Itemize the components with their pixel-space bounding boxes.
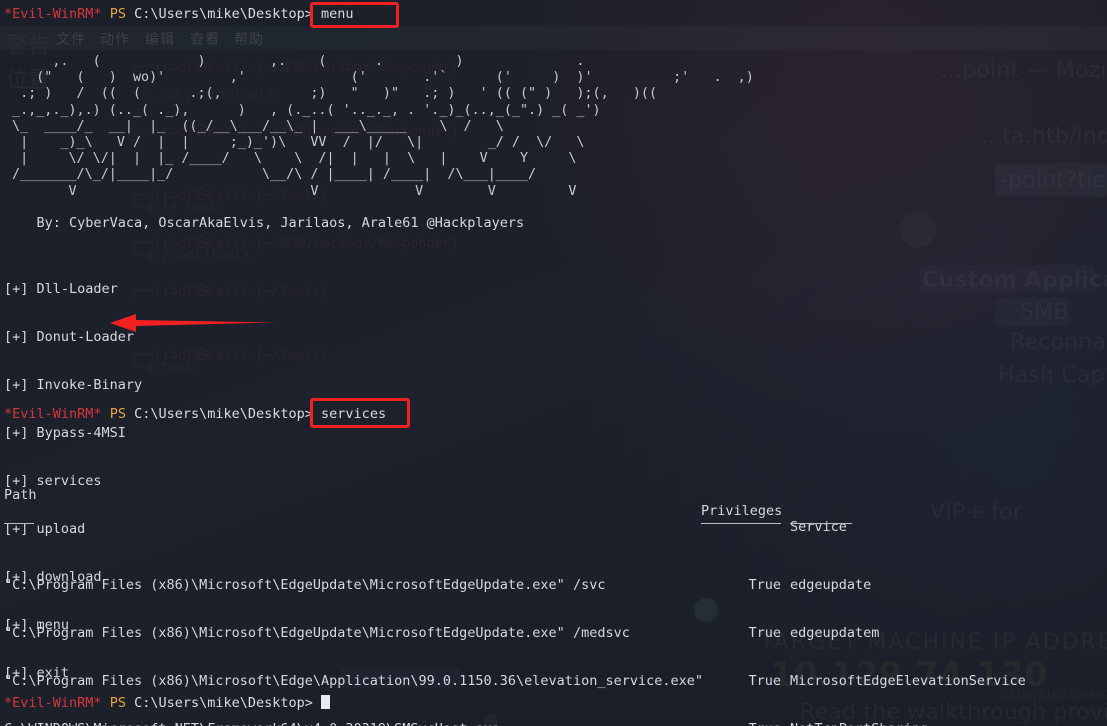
cell-path: "C:\Program Files (x86)\Microsoft\EdgeUp… xyxy=(4,625,630,641)
table-header-rule xyxy=(4,519,852,529)
banner-line: V V V V V xyxy=(4,183,577,199)
cell-path: "C:\Program Files (x86)\Microsoft\Edge\A… xyxy=(4,673,703,689)
cell-privileges: True xyxy=(748,625,781,641)
table-row: C:\WINDOWS\Microsoft.NET\Framework64\v4.… xyxy=(4,721,928,726)
cell-path: "C:\Program Files (x86)\Microsoft\EdgeUp… xyxy=(4,577,606,593)
banner-byline: By: CyberVaca, OscarAkaElvis, Jarilaos, … xyxy=(4,215,525,231)
evil-winrm-banner: ,. ( ) ,. ( . ) . (" ( ) wo)' ,' (' .'` … xyxy=(4,54,754,200)
table-header-row: Path Privileges Service xyxy=(4,471,847,535)
cell-privileges: True xyxy=(748,577,781,593)
text-cursor xyxy=(321,695,331,709)
command-services: services xyxy=(321,406,387,422)
prompt-path: C:\Users\mike\Desktop> xyxy=(134,406,313,422)
prompt-path: C:\Users\mike\Desktop> xyxy=(134,6,313,22)
banner-line: | \/ \/| | |_ /____/ \ \ /| | | \ | V Y … xyxy=(4,151,577,167)
terminal-output[interactable]: *Evil-WinRM* PS C:\Users\mike\Desktop> m… xyxy=(0,0,1107,726)
prompt-user: *Evil-WinRM* xyxy=(4,6,102,22)
rule-path xyxy=(4,523,34,524)
cell-service: edgeupdatem xyxy=(790,625,880,641)
screen: ┌──(root㉿kali)-[~/桌面/hackbox/Responder] … xyxy=(0,0,1107,726)
table-row: "C:\Program Files (x86)\Microsoft\EdgeUp… xyxy=(4,577,871,593)
banner-line: (" ( ) wo)' ,' (' .'` (' ) )' ;' . ,) xyxy=(4,70,754,86)
prompt-ps: PS xyxy=(109,695,126,711)
banner-line: .; ) / (( ( .;(, ;) " )" .; ) ' (( (" ) … xyxy=(4,86,658,102)
table-row: "C:\Program Files (x86)\Microsoft\Edge\A… xyxy=(4,673,1026,689)
header-path: Path xyxy=(4,487,37,503)
prompt-line-active[interactable]: *Evil-WinRM* PS C:\Users\mike\Desktop> xyxy=(4,695,331,711)
cell-privileges: True xyxy=(701,721,781,726)
prompt-ps: PS xyxy=(109,406,126,422)
banner-line: \_ ____/_ __| |_ ((_/__\___/__\_ | ___\_… xyxy=(4,118,504,134)
header-privileges: Privileges xyxy=(701,503,783,519)
banner-line: _.,_,._),.) (.._( ._), ) , (._..( '.._._… xyxy=(4,102,601,118)
banner-line: /_______/\_/|____|_/ \__/\ / |____| /___… xyxy=(4,167,537,183)
banner-line: | _)_\ V / | | ;_)_')\ VV / |/ \| _/ / \… xyxy=(4,135,585,151)
cell-service: edgeupdate xyxy=(790,577,872,593)
prompt-ps: PS xyxy=(109,6,126,22)
prompt-user: *Evil-WinRM* xyxy=(4,406,102,422)
header-service: Service xyxy=(790,519,847,535)
cell-service: NetTcpPortSharing xyxy=(790,721,928,726)
services-table: Path Privileges Service "C:\Program File… xyxy=(4,439,1026,726)
menu-item-donut-loader[interactable]: [+] Donut-Loader xyxy=(4,329,142,345)
prompt-user: *Evil-WinRM* xyxy=(4,695,102,711)
rule-service xyxy=(790,523,852,524)
prompt-line-menu: *Evil-WinRM* PS C:\Users\mike\Desktop> m… xyxy=(4,6,354,22)
menu-item-invoke-binary[interactable]: [+] Invoke-Binary xyxy=(4,377,142,393)
command-menu: menu xyxy=(321,6,354,22)
prompt-path: C:\Users\mike\Desktop> xyxy=(134,695,313,711)
banner-line: ,. ( ) ,. ( . ) . xyxy=(4,54,585,69)
cell-path: C:\WINDOWS\Microsoft.NET\Framework64\v4.… xyxy=(4,721,500,726)
menu-item-dll-loader[interactable]: [+] Dll-Loader xyxy=(4,281,142,297)
prompt-line-services: *Evil-WinRM* PS C:\Users\mike\Desktop> s… xyxy=(4,406,386,422)
rule-privileges xyxy=(701,523,781,524)
byline-text: By: CyberVaca, OscarAkaElvis, Jarilaos, … xyxy=(36,215,525,231)
cell-privileges: True xyxy=(748,673,781,689)
cell-service: MicrosoftEdgeElevationService xyxy=(790,673,1026,689)
table-row: "C:\Program Files (x86)\Microsoft\EdgeUp… xyxy=(4,625,879,641)
